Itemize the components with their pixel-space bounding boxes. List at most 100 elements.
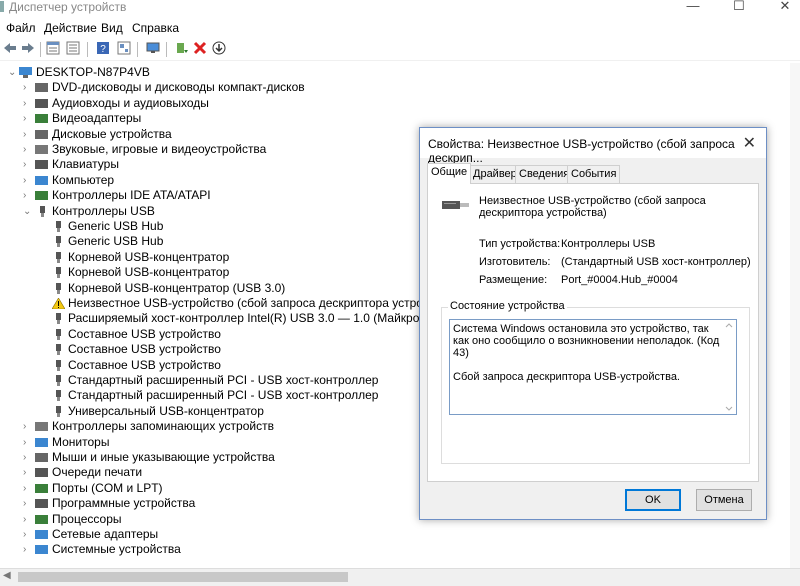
download-icon[interactable] [212,41,226,55]
usb-icon [56,359,61,371]
menu-bar: Файл Действие Вид Справка [0,18,800,38]
usb-icon [40,205,45,217]
usb-device-icon [442,201,469,209]
horizontal-scrollbar[interactable]: ◀ [0,568,800,586]
expand-arrow-icon[interactable]: › [23,127,33,142]
disk-drive-icon [35,129,48,139]
update-driver-icon[interactable] [175,41,189,55]
monitor-icon [35,437,48,447]
expand-arrow-icon[interactable]: › [23,527,33,542]
expand-arrow-icon[interactable]: › [23,80,33,95]
scroll-left-icon[interactable]: ◀ [3,570,11,581]
menu-help[interactable]: Справка [132,21,179,35]
status-detail: Сбой запроса дескриптора USB-устройства. [453,371,680,383]
properties-icon[interactable] [46,41,60,55]
menu-view[interactable]: Вид [101,21,123,35]
tree-category-label: Контроллеры USB [52,203,155,218]
menu-action[interactable]: Действие [44,21,97,35]
expand-arrow-icon[interactable]: › [23,481,33,496]
print-queue-icon [35,468,48,478]
usb-device-label: Корневой USB-концентратор [68,249,230,264]
window-title: Диспетчер устройств [9,0,127,14]
sound-icon [35,145,48,154]
processor-icon [35,514,48,524]
scroll-thumb[interactable] [18,572,348,582]
remove-icon[interactable] [193,41,207,55]
tree-category-label: Звуковые, игровые и видеоустройства [52,142,267,156]
mouse-icon [35,453,48,462]
toolbar-separator [137,42,138,57]
usb-icon [56,236,61,248]
storage-controller-icon [35,422,48,432]
expand-arrow-icon[interactable]: › [23,173,33,188]
tree-category-label: Сетевые адаптеры [52,527,159,541]
collapse-arrow-icon[interactable]: ⌄ [23,204,33,219]
expand-arrow-icon[interactable]: › [23,435,33,450]
toolbar: ? [0,39,800,61]
expand-arrow-icon[interactable]: › [23,450,33,465]
expand-arrow-icon[interactable]: › [23,512,33,527]
view-icon[interactable] [117,41,131,55]
usb-device-label: Универсальный USB-концентратор [68,403,264,418]
warning-icon [52,298,65,309]
monitor-icon[interactable] [146,41,160,55]
forward-icon[interactable] [21,41,35,55]
keyboard-icon [35,160,48,170]
maximize-button[interactable]: ☐ [716,0,762,17]
ok-button[interactable]: OK [625,489,681,511]
tree-category-label: Мониторы [52,434,110,449]
expand-arrow-icon[interactable]: › [23,157,33,172]
tab-events[interactable]: События [567,165,621,183]
expand-arrow-icon[interactable]: › [23,142,33,157]
usb-icon [56,405,61,417]
help-icon[interactable]: ? [96,41,110,55]
cancel-button[interactable]: Отмена [696,489,752,511]
computer-icon [35,175,48,185]
device-status-textbox[interactable]: Система Windows остановила это устройств… [449,319,737,415]
tab-driver[interactable]: Драйвер [469,165,521,183]
expand-arrow-icon[interactable]: › [23,419,33,434]
properties-dialog: Свойства: Неизвестное USB-устройство (сб… [419,127,767,520]
usb-device-label: Составное USB устройство [68,357,221,372]
expand-arrow-icon[interactable]: › [23,188,33,203]
tree-category-label: Видеоадаптеры [52,111,142,126]
device-status-group: Состояние устройства Система Windows ост… [441,300,750,464]
expand-arrow-icon[interactable]: › [23,96,33,111]
expand-arrow-icon[interactable]: › [23,496,33,511]
back-icon[interactable] [3,41,17,55]
tree-category-label: Аудиовходы и аудиовыходы [52,95,209,110]
usb-device-label: Стандартный расширенный PCI - USB хост-к… [68,388,379,403]
close-button[interactable]: ✕ [762,0,800,17]
tab-general[interactable]: Общие [427,163,472,184]
device-name: Неизвестное USB-устройство (сбой запроса… [479,195,706,219]
expand-arrow-icon[interactable]: › [23,465,33,480]
menu-file[interactable]: Файл [6,21,36,35]
prop-type-label: Тип устройства: [479,238,561,250]
usb-device-label: Корневой USB-концентратор (USB 3.0) [68,280,286,295]
computer-icon [19,67,32,78]
expand-arrow-icon[interactable]: › [23,542,33,557]
usb-icon [56,390,61,402]
tab-details[interactable]: Сведения [515,165,574,183]
usb-device-label: Generic USB Hub [68,219,164,233]
minimize-button[interactable]: — [670,0,716,17]
collapse-arrow-icon[interactable]: ⌄ [8,65,18,80]
usb-device-label: Корневой USB-концентратор [68,265,230,280]
list-icon[interactable] [66,41,80,55]
vertical-scrollbar[interactable] [790,63,800,568]
prop-manufacturer-label: Изготовитель: [479,256,551,268]
display-adapter-icon [35,114,48,124]
usb-device-label: Составное USB устройство [68,326,221,341]
prop-manufacturer-value: (Стандартный USB хост-контроллер) [561,256,751,268]
dialog-close-button[interactable]: ✕ [743,133,756,153]
status-message: Система Windows остановила это устройств… [453,323,720,359]
ide-controller-icon [35,191,48,201]
usb-icon [56,313,61,325]
tree-category-label: Контроллеры IDE ATA/ATAPI [52,188,211,203]
expand-arrow-icon[interactable]: › [23,111,33,126]
usb-icon [56,251,61,263]
system-device-icon [35,545,48,555]
tree-category-label: DVD-дисководы и дисководы компакт-дисков [52,80,305,95]
textbox-scrollbar[interactable] [722,320,736,414]
port-icon [35,483,48,493]
